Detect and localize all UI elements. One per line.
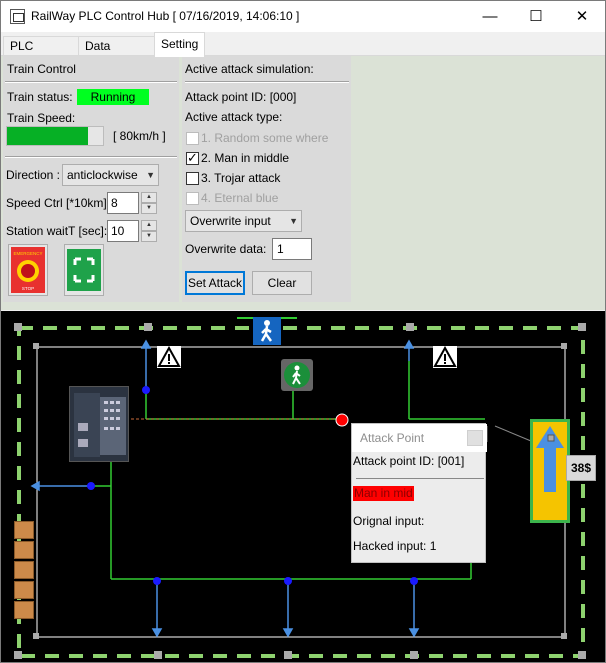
attack-point-marker[interactable] — [335, 413, 349, 427]
option-eternal-checkbox[interactable] — [186, 192, 199, 205]
station-wait-label: Station waitT [sec]: — [6, 224, 108, 238]
train-status-label: Train status: — [7, 90, 73, 104]
tab-bar: PLC control Data Display Setting — [1, 32, 605, 71]
popup-hacked-input: Hacked input: 1 — [353, 539, 437, 553]
option-mim-checkbox[interactable] — [186, 150, 199, 166]
popup-attack-type: Man in mid — [353, 486, 414, 501]
main-window: RailWay PLC Control Hub [ 07/16/2019, 14… — [0, 0, 606, 663]
window-title: RailWay PLC Control Hub [ 07/16/2019, 14… — [31, 9, 300, 23]
popup-point-id: Attack point ID: [001] — [353, 454, 465, 468]
tab-plc-control[interactable]: PLC control — [3, 36, 79, 71]
popup-titlebar: Attack Point — [352, 424, 487, 452]
popup-original-input: Orignal input: — [353, 514, 425, 528]
chevron-down-icon: ▼ — [146, 170, 155, 180]
divider — [5, 156, 177, 158]
emergency-stop-icon: EMERGENCY STOP — [11, 247, 45, 293]
speed-ctrl-input[interactable]: 8 — [107, 192, 139, 214]
station-wait-stepper[interactable]: ▲ ▼ — [141, 220, 157, 242]
warning-icon — [157, 345, 181, 368]
spin-down-icon[interactable]: ▼ — [141, 231, 157, 242]
plc-device-icon[interactable] — [69, 386, 129, 462]
set-attack-button[interactable]: Set Attack — [185, 271, 245, 295]
spin-down-icon[interactable]: ▼ — [141, 203, 157, 214]
direction-value: anticlockwise — [67, 168, 138, 182]
attack-sim-title: Active attack simulation: — [185, 62, 314, 76]
option-random-label: 1. Random some where — [201, 131, 329, 145]
divider — [5, 81, 177, 83]
speed-ctrl-stepper[interactable]: ▲ ▼ — [141, 192, 157, 214]
option-trojan-checkbox[interactable] — [186, 172, 199, 185]
pedestrian-signal-icon[interactable] — [281, 359, 313, 391]
attack-point-id: Attack point ID: [000] — [185, 90, 297, 104]
brick-stack-icon — [14, 521, 34, 621]
attack-point-popup: Attack Point Attack point ID: [001] Man … — [351, 423, 487, 563]
start-button[interactable] — [64, 244, 104, 296]
train-status-badge: Running — [77, 89, 149, 105]
door-value-label: 38$ — [566, 455, 596, 481]
train-control-title: Train Control — [7, 62, 76, 76]
option-trojan-label: 3. Trojar attack — [201, 171, 281, 185]
spin-up-icon[interactable]: ▲ — [141, 192, 157, 203]
stop-text: STOP — [22, 286, 34, 291]
clear-button[interactable]: Clear — [252, 271, 312, 295]
speed-ctrl-label: Speed Ctrl [*10km] — [6, 196, 107, 210]
divider — [356, 478, 484, 479]
app-window-icon — [10, 9, 25, 24]
direction-label: Direction : — [6, 168, 61, 182]
attack-type-label: Active attack type: — [185, 110, 283, 124]
divider — [185, 81, 349, 83]
train-speed-value: [ 80km/h ] — [113, 129, 166, 143]
spin-up-icon[interactable]: ▲ — [141, 220, 157, 231]
option-eternal-label: 4. Eternal blue — [201, 191, 279, 205]
start-frame-icon — [67, 249, 101, 291]
maximize-button[interactable]: ☐ — [513, 1, 559, 32]
chevron-down-icon: ▼ — [289, 216, 298, 226]
close-button[interactable]: ✕ — [559, 1, 605, 32]
option-random-checkbox[interactable] — [186, 132, 199, 145]
train-speed-label: Train Speed: — [7, 111, 76, 125]
emergency-stop-button[interactable]: EMERGENCY STOP — [8, 244, 48, 296]
popup-title: Attack Point — [360, 431, 425, 445]
attack-mode-select[interactable]: Overwrite input ▼ — [185, 210, 302, 232]
station-wait-input[interactable]: 10 — [107, 220, 139, 242]
popup-close-button[interactable] — [467, 430, 483, 446]
tab-setting[interactable]: Setting — [154, 32, 205, 57]
direction-select[interactable]: anticlockwise ▼ — [62, 164, 159, 186]
attack-mode-value: Overwrite input — [190, 214, 271, 228]
pedestrian-crossing-icon[interactable] — [253, 317, 281, 345]
train-speed-fill — [7, 127, 88, 145]
option-mim-label: 2. Man in middle — [201, 151, 290, 165]
door-gate[interactable] — [530, 419, 570, 523]
title-bar[interactable]: RailWay PLC Control Hub [ 07/16/2019, 14… — [1, 1, 605, 32]
train-speed-bar — [6, 126, 104, 146]
emergency-text: EMERGENCY — [13, 251, 42, 256]
warning-icon — [433, 345, 457, 368]
minimize-button[interactable]: — — [467, 1, 513, 32]
tab-data-display[interactable]: Data Display — [78, 36, 155, 71]
overwrite-data-input[interactable]: 1 — [272, 238, 312, 260]
overwrite-data-label: Overwrite data: — [185, 242, 267, 256]
arrow-up-icon — [536, 426, 564, 492]
